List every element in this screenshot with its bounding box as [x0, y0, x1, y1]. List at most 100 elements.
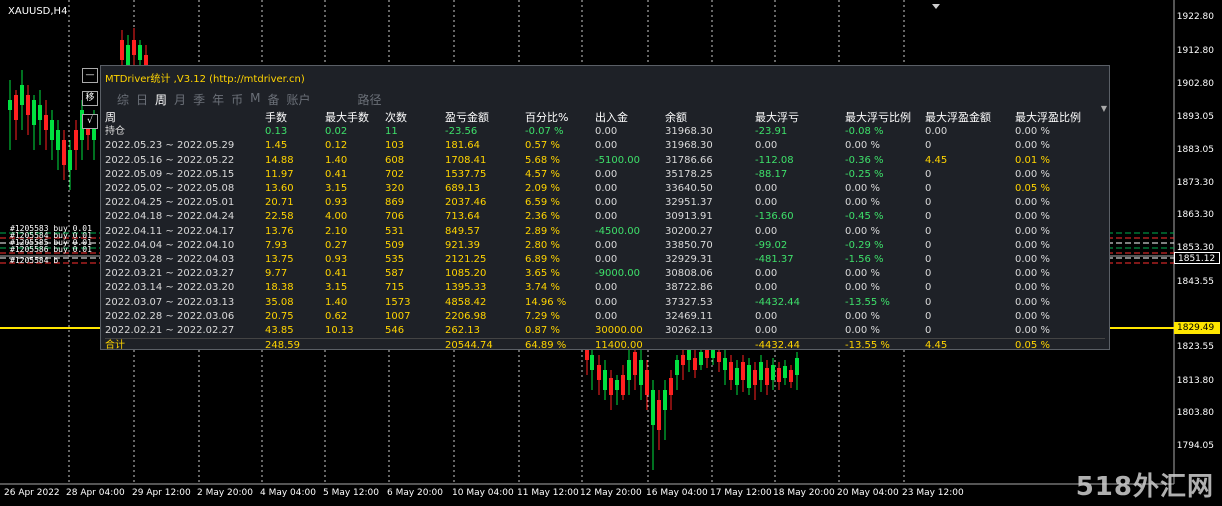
- column-header[interactable]: 手数: [265, 111, 325, 125]
- table-cell: 0: [925, 310, 932, 322]
- tab-magic[interactable]: M: [250, 91, 260, 108]
- table-cell: 869: [385, 197, 405, 209]
- table-cell: -0.07 %: [525, 126, 564, 138]
- tab-month[interactable]: 月: [174, 91, 186, 108]
- table-row: 2022.04.18 ~ 2022.04.24 22.58 4.00 706 713.6…: [105, 210, 1105, 224]
- candle-body: [657, 400, 661, 430]
- table-cell: 0.00: [595, 282, 618, 294]
- table-cell: 0.00 %: [845, 282, 880, 294]
- table-cell: 0.93: [325, 197, 348, 209]
- candle-body: [741, 362, 745, 380]
- table-cell: 715: [385, 282, 405, 294]
- move-button[interactable]: 移: [82, 91, 98, 106]
- price-tick-label: 1794.05: [1176, 441, 1214, 451]
- tab-path[interactable]: 路径: [358, 91, 382, 108]
- table-row: 2022.05.23 ~ 2022.05.29 1.45 0.12 103 181.64…: [105, 139, 1105, 153]
- table-cell: -0.25 %: [845, 168, 884, 180]
- check-button[interactable]: √: [82, 114, 98, 129]
- table-row: 2022.05.02 ~ 2022.05.08 13.60 3.15 320 689.1…: [105, 182, 1105, 196]
- table-row: 2022.03.14 ~ 2022.03.20 18.38 3.15 715 1395.…: [105, 281, 1105, 295]
- table-cell: 2206.98: [445, 310, 487, 322]
- column-header[interactable]: 百分比%: [525, 111, 595, 125]
- table-cell: 2022.03.28 ~ 2022.04.03: [105, 254, 235, 266]
- price-tick-label: 1922.80: [1176, 12, 1214, 22]
- table-cell: 11.97: [265, 168, 294, 180]
- column-header[interactable]: 最大浮盈金额: [925, 111, 1015, 125]
- column-header[interactable]: 最大浮亏: [755, 111, 845, 125]
- time-tick-label: 11 May 12:00: [517, 488, 579, 498]
- price-tick-label: 1863.30: [1176, 210, 1214, 220]
- table-cell: 9.77: [265, 268, 288, 280]
- price-tick-label: 1883.05: [1176, 145, 1214, 155]
- tab-currency[interactable]: 币: [231, 91, 243, 108]
- table-cell: 0.00: [595, 140, 618, 152]
- table-row: 2022.04.11 ~ 2022.04.17 13.76 2.10 531 849.5…: [105, 225, 1105, 239]
- column-header[interactable]: 次数: [385, 111, 445, 125]
- minimize-button[interactable]: —: [82, 68, 98, 83]
- column-header[interactable]: 盈亏金额: [445, 111, 525, 125]
- tab-summary[interactable]: 综: [117, 91, 129, 108]
- table-cell: -23.56: [445, 126, 478, 138]
- table-cell: -112.08: [755, 154, 794, 166]
- table-cell: 0.00 %: [845, 225, 880, 237]
- table-cell: 0.00 %: [1015, 254, 1050, 266]
- column-header[interactable]: 周: [105, 111, 265, 125]
- table-cell: 32929.31: [665, 254, 713, 266]
- table-cell: 0: [925, 140, 932, 152]
- panel-title: MTDriver统计 ,V3.12 (http://mtdriver.cn): [105, 74, 305, 85]
- column-header[interactable]: 出入金: [595, 111, 665, 125]
- table-cell: 30200.27: [665, 225, 713, 237]
- tab-week[interactable]: 周: [155, 91, 167, 108]
- total-cell: 4.45: [925, 338, 1015, 354]
- table-cell: 3.15: [325, 183, 348, 195]
- chart-shift-marker: [932, 4, 940, 9]
- time-tick-label: 26 Apr 2022: [4, 488, 60, 498]
- table-cell: 0.00: [755, 183, 778, 195]
- stats-table: 周手数 最大手数 次数 盈亏金额 百分比% 出入金 余额 最大浮亏 最大浮亏比例 最大浮盈金额 最大…: [105, 111, 1105, 354]
- watermark-logo: 518外汇网: [1075, 472, 1214, 502]
- time-tick-label: 12 May 20:00: [580, 488, 642, 498]
- candle-body: [62, 140, 66, 165]
- tab-quarter[interactable]: 季: [193, 91, 205, 108]
- candle-body: [120, 40, 124, 60]
- table-cell: 0.00: [595, 197, 618, 209]
- tab-note[interactable]: 备: [267, 91, 279, 108]
- table-cell: 1085.20: [445, 268, 487, 280]
- order-label: #1205584 b: [10, 256, 59, 265]
- time-tick-label: 20 May 04:00: [837, 488, 899, 498]
- tab-account[interactable]: 账户: [286, 91, 310, 108]
- table-cell: 0.00 %: [845, 325, 880, 337]
- table-cell: 509: [385, 239, 405, 251]
- table-cell: 0.00 %: [845, 197, 880, 209]
- time-tick-label: 28 Apr 04:00: [66, 488, 125, 498]
- tab-year[interactable]: 年: [212, 91, 224, 108]
- price-tick-label: 1902.80: [1176, 79, 1214, 89]
- table-cell: 546: [385, 325, 405, 337]
- time-tick-label: 29 Apr 12:00: [132, 488, 191, 498]
- table-cell: 0.00: [755, 310, 778, 322]
- candle-body: [747, 365, 751, 388]
- table-cell: 37327.53: [665, 296, 713, 308]
- candle-body: [615, 380, 619, 390]
- table-cell: 0.00 %: [1015, 197, 1050, 209]
- candle-body: [597, 365, 601, 380]
- table-cell: 1573: [385, 296, 411, 308]
- tab-day[interactable]: 日: [136, 91, 148, 108]
- current-price-upper: 1851.12: [1174, 252, 1220, 264]
- column-header[interactable]: 最大手数: [325, 111, 385, 125]
- column-header[interactable]: 最大浮盈比例: [1015, 111, 1105, 125]
- table-cell: -23.91: [755, 126, 788, 138]
- table-cell: 0.00 %: [845, 140, 880, 152]
- table-cell: 713.64: [445, 211, 480, 223]
- table-cell: 35178.25: [665, 168, 713, 180]
- column-header[interactable]: 余额: [665, 111, 755, 125]
- column-header[interactable]: 最大浮亏比例: [845, 111, 925, 125]
- table-cell: 14.88: [265, 154, 294, 166]
- table-cell: 4.45: [925, 154, 948, 166]
- table-cell: 0: [925, 183, 932, 195]
- table-cell: 30808.06: [665, 268, 713, 280]
- candle-body: [20, 85, 24, 105]
- candle-body: [603, 370, 607, 390]
- table-cell: 0.62: [325, 310, 348, 322]
- table-cell: 11: [385, 126, 398, 138]
